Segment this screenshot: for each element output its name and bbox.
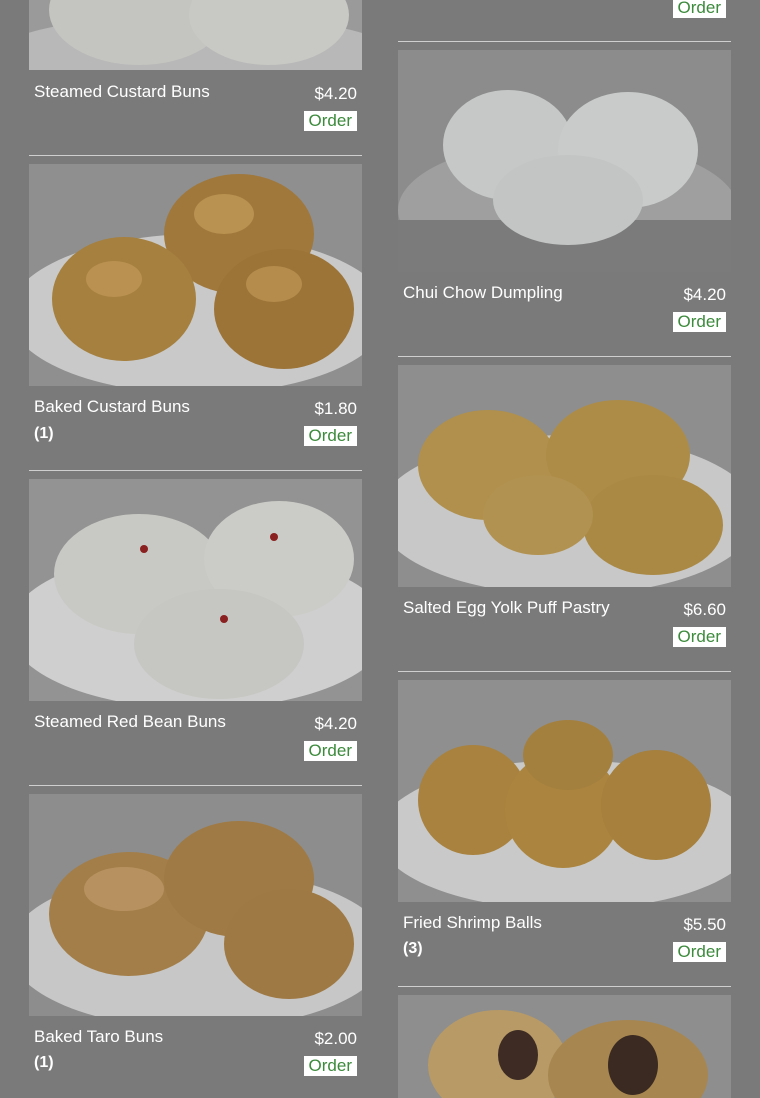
divider — [29, 470, 362, 471]
dish-price: $1.80 — [314, 399, 357, 418]
divider — [29, 785, 362, 786]
order-button[interactable]: Order — [303, 426, 357, 446]
dish-price: $6.60 — [683, 600, 726, 619]
dish-price: $2.00 — [314, 1029, 357, 1048]
order-button[interactable]: Order — [672, 0, 726, 18]
dish-price: $4.20 — [683, 285, 726, 304]
order-button[interactable]: Order — [672, 312, 726, 332]
order-button[interactable]: Order — [303, 741, 357, 761]
dish-price: $4.20 — [314, 714, 357, 733]
dish-photo[interactable] — [398, 680, 731, 902]
order-button[interactable]: Order — [303, 111, 357, 131]
dish-name: Baked Custard Buns — [34, 397, 190, 416]
order-button[interactable]: Order — [672, 942, 726, 962]
dish-price: $4.20 — [314, 84, 357, 103]
dish-name: Baked Taro Buns — [34, 1027, 164, 1046]
order-button[interactable]: Order — [672, 627, 726, 647]
dish-photo[interactable] — [398, 50, 731, 272]
divider — [398, 671, 731, 672]
dish-photo[interactable] — [29, 164, 362, 386]
order-button[interactable]: Order — [303, 1056, 357, 1076]
dish-photo[interactable] — [29, 794, 362, 1016]
divider — [398, 356, 731, 357]
dish-name: Salted Egg Yolk Puff Pastry — [403, 598, 610, 617]
dish-subtitle: (1) — [34, 1054, 54, 1071]
dish-name: Steamed Red Bean Buns — [34, 712, 226, 731]
dish-price: $5.50 — [683, 915, 726, 934]
divider — [398, 41, 731, 42]
dish-name: Steamed Custard Buns — [34, 82, 210, 101]
divider — [29, 155, 362, 156]
dish-name: Fried Shrimp Balls — [403, 913, 542, 932]
dish-photo[interactable] — [29, 479, 362, 701]
divider — [398, 986, 731, 987]
dish-subtitle: (3) — [403, 940, 423, 957]
dish-photo[interactable] — [398, 995, 731, 1098]
dish-subtitle: (1) — [34, 425, 54, 442]
dish-name: Chui Chow Dumpling — [403, 283, 563, 302]
dish-photo[interactable] — [29, 0, 362, 70]
dish-photo[interactable] — [398, 365, 731, 587]
